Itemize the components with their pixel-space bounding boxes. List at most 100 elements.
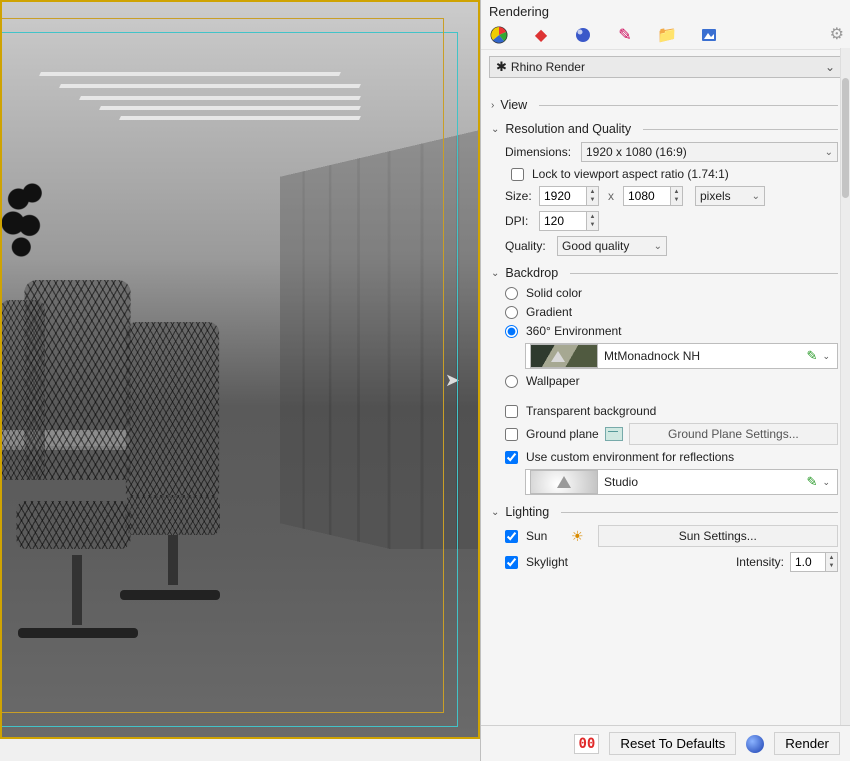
size-width-spinner[interactable]: ▲▼ — [587, 186, 599, 206]
scene-chair — [126, 322, 220, 498]
section-resolution-header[interactable]: ⌄ Resolution and Quality — [491, 122, 838, 136]
section-backdrop-header[interactable]: ⌄ Backdrop — [491, 266, 838, 280]
intensity-spinner[interactable]: ▲▼ — [826, 552, 838, 572]
scene-chair-base — [72, 555, 82, 625]
size-units-dropdown[interactable]: pixels ⌄ — [695, 186, 765, 206]
size-label: Size: — [505, 189, 533, 203]
cursor-icon: ➤ — [445, 370, 460, 391]
renderer-label: Rhino Render — [511, 60, 585, 74]
ground-plane-label: Ground plane — [526, 427, 599, 441]
section-view-header[interactable]: › View — [491, 98, 838, 112]
panel-toolbar: ◆ ✎ 📁 — [481, 21, 850, 50]
pencil-icon[interactable]: ✎ — [613, 23, 637, 47]
transparent-bg-label: Transparent background — [526, 404, 656, 418]
skylight-label: Skylight — [526, 555, 568, 569]
sun-label: Sun — [526, 529, 547, 543]
backdrop-wallpaper-radio[interactable]: Wallpaper — [505, 374, 838, 388]
chevron-down-icon: ⌄ — [491, 268, 499, 279]
scene-chair-base — [168, 535, 178, 585]
backdrop-360-radio[interactable]: 360° Environment — [505, 324, 838, 338]
section-view-label: View — [500, 98, 527, 112]
panel-footer: 00 Reset To Defaults Render — [481, 725, 850, 761]
environment-name: MtMonadnock NH — [604, 349, 805, 363]
reflection-env-menu-icon[interactable]: ⌄ — [819, 477, 833, 488]
backdrop-360-label: 360° Environment — [526, 324, 622, 338]
ground-plane-settings-button[interactable]: Ground Plane Settings... — [629, 423, 838, 445]
transparent-bg-checkbox[interactable]: Transparent background — [505, 404, 838, 418]
chevron-right-icon: › — [491, 100, 494, 111]
renderer-dropdown[interactable]: ✱ Rhino Render ⌄ — [489, 56, 842, 78]
custom-env-reflections-label: Use custom environment for reflections — [526, 450, 734, 464]
backdrop-gradient-radio[interactable]: Gradient — [505, 305, 838, 319]
quality-value: Good quality — [562, 239, 629, 253]
color-wheel-icon[interactable] — [487, 23, 511, 47]
backdrop-solid-radio[interactable]: Solid color — [505, 286, 838, 300]
quality-dropdown[interactable]: Good quality ⌄ — [557, 236, 667, 256]
sun-checkbox[interactable]: Sun — [505, 529, 565, 543]
environment-icon[interactable] — [571, 23, 595, 47]
size-units-value: pixels — [700, 189, 731, 203]
scene-chair-foot — [120, 590, 220, 600]
size-height-spinner[interactable]: ▲▼ — [671, 186, 683, 206]
scene-plant — [2, 175, 57, 295]
environment-menu-icon[interactable]: ⌄ — [819, 351, 833, 362]
reflection-env-selector[interactable]: Studio ✎ ⌄ — [525, 469, 838, 495]
lock-aspect-checkbox[interactable]: Lock to viewport aspect ratio (1.74:1) — [511, 167, 838, 181]
dpi-spinner[interactable]: ▲▼ — [587, 211, 599, 231]
gear-icon[interactable]: ⚙ — [830, 24, 844, 44]
backdrop-solid-label: Solid color — [526, 286, 582, 300]
quality-label: Quality: — [505, 239, 551, 253]
scene-chair-seat — [125, 495, 220, 535]
dimensions-dropdown[interactable]: 1920 x 1080 (16:9) ⌄ — [581, 142, 838, 162]
scene-chair-seat — [16, 501, 130, 549]
environment-thumbnail — [530, 344, 598, 368]
dpi-input[interactable] — [539, 211, 587, 231]
sun-icon: ☀ — [571, 528, 584, 545]
scene-chair-foot — [18, 628, 138, 638]
scrollbar-thumb[interactable] — [842, 78, 849, 198]
skylight-checkbox[interactable]: Skylight — [505, 555, 585, 569]
lock-aspect-label: Lock to viewport aspect ratio (1.74:1) — [532, 167, 729, 181]
ground-plane-checkbox[interactable]: Ground plane — [505, 427, 599, 441]
folder-icon[interactable]: 📁 — [655, 23, 679, 47]
scene-glass-wall — [280, 130, 480, 570]
environment-selector[interactable]: MtMonadnock NH ✎ ⌄ — [525, 343, 838, 369]
dimensions-label: Dimensions: — [505, 145, 575, 159]
chevron-down-icon: ⌄ — [491, 507, 499, 518]
lock-aspect-input[interactable] — [511, 168, 524, 181]
image-icon[interactable] — [697, 23, 721, 47]
sun-settings-button[interactable]: Sun Settings... — [598, 525, 838, 547]
panel-scrollbar[interactable] — [840, 48, 850, 725]
rendering-panel: Rendering ◆ ✎ 📁 ⚙ — [480, 0, 850, 761]
ground-plane-icon — [605, 427, 623, 441]
reset-defaults-button[interactable]: Reset To Defaults — [609, 732, 736, 755]
viewport-3d[interactable]: ➤ — [0, 0, 480, 739]
render-button[interactable]: Render — [774, 732, 840, 755]
dpi-label: DPI: — [505, 214, 533, 228]
chevron-down-icon: ⌄ — [825, 60, 835, 74]
size-height-input[interactable] — [623, 186, 671, 206]
dimensions-value: 1920 x 1080 (16:9) — [586, 145, 687, 159]
intensity-label: Intensity: — [736, 555, 784, 569]
custom-env-reflections-checkbox[interactable]: Use custom environment for reflections — [505, 450, 838, 464]
edit-environment-icon[interactable]: ✎ — [805, 348, 820, 364]
chevron-down-icon: ⌄ — [654, 241, 662, 252]
render-counter: 00 — [574, 734, 599, 754]
section-lighting-label: Lighting — [505, 505, 549, 519]
rhino-icon: ✱ — [496, 59, 507, 75]
scene-chair — [0, 300, 45, 480]
reflection-env-thumbnail — [530, 470, 598, 494]
edit-reflection-env-icon[interactable]: ✎ — [805, 474, 820, 490]
section-resolution-label: Resolution and Quality — [505, 122, 631, 136]
intensity-input[interactable] — [790, 552, 826, 572]
chevron-down-icon: ⌄ — [752, 191, 760, 202]
backdrop-gradient-label: Gradient — [526, 305, 572, 319]
reflection-env-name: Studio — [604, 475, 805, 489]
section-lighting-header[interactable]: ⌄ Lighting — [491, 505, 838, 519]
size-width-input[interactable] — [539, 186, 587, 206]
chevron-down-icon: ⌄ — [825, 147, 833, 158]
section-backdrop-label: Backdrop — [505, 266, 558, 280]
materials-icon[interactable]: ◆ — [529, 23, 553, 47]
backdrop-wallpaper-label: Wallpaper — [526, 374, 580, 388]
chevron-down-icon: ⌄ — [491, 124, 499, 135]
